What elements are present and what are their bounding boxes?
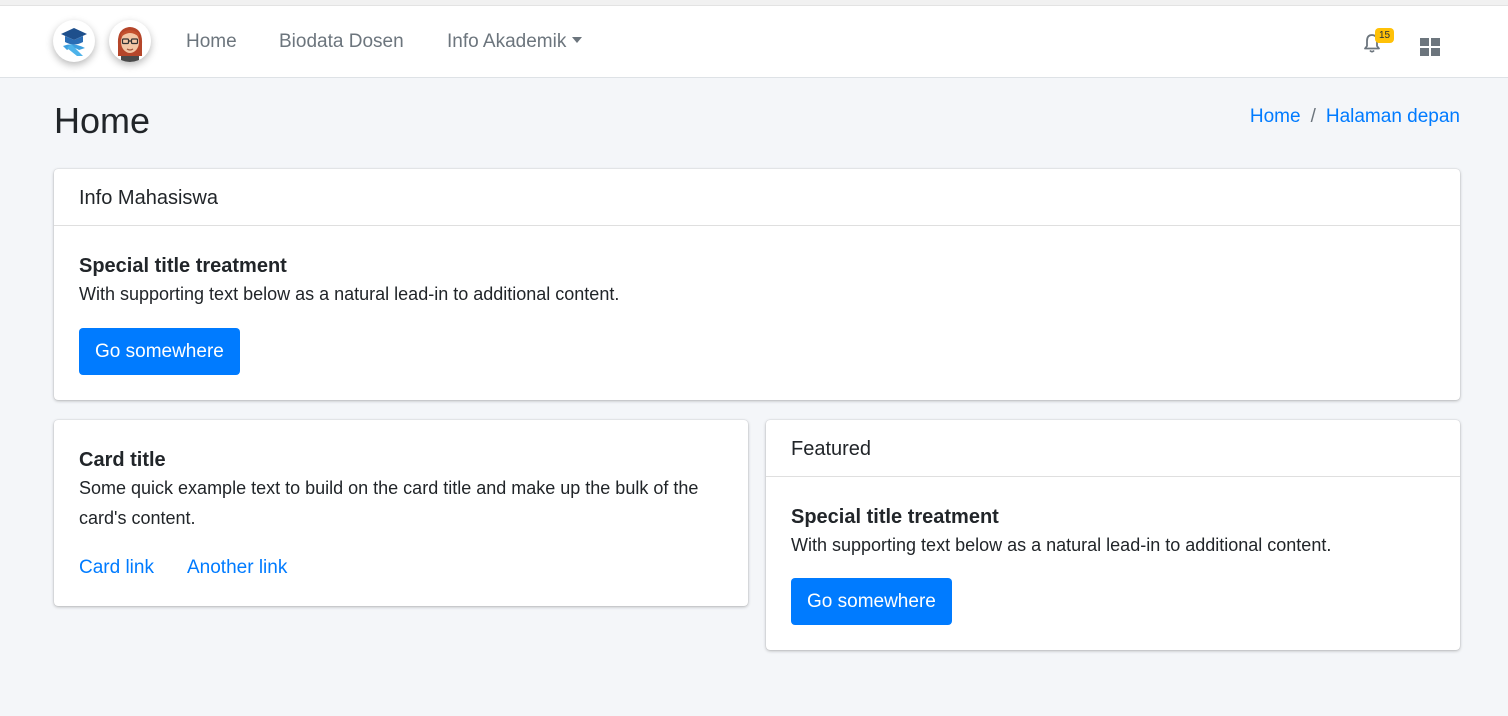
card-text: Some quick example text to build on the …: [79, 478, 699, 528]
graduation-cap-logo-icon[interactable]: [53, 20, 95, 62]
card-header: Featured: [766, 420, 1460, 477]
go-somewhere-button[interactable]: Go somewhere: [79, 328, 240, 375]
card-link[interactable]: Card link: [79, 556, 154, 580]
breadcrumb-separator: /: [1310, 106, 1316, 127]
breadcrumb-item-halaman-depan[interactable]: Halaman depan: [1326, 106, 1460, 127]
card-text: With supporting text below as a natural …: [791, 535, 1332, 555]
notification-count-badge: 15: [1375, 28, 1394, 43]
featured-card: Featured Special title treatment With su…: [766, 420, 1460, 650]
nav-dropdown-info-akademik[interactable]: Info Akademik: [447, 30, 583, 54]
card-title: Special title treatment: [79, 255, 287, 277]
user-avatar-icon[interactable]: [109, 20, 151, 62]
another-link[interactable]: Another link: [187, 556, 287, 580]
breadcrumb-item-home[interactable]: Home: [1250, 106, 1301, 127]
nav-link-home[interactable]: Home: [186, 30, 237, 54]
nav-link-biodata-dosen[interactable]: Biodata Dosen: [279, 30, 404, 54]
go-somewhere-button[interactable]: Go somewhere: [791, 578, 952, 625]
page-title: Home: [54, 100, 151, 141]
example-card: Card title Some quick example text to bu…: [54, 420, 748, 606]
info-mahasiswa-card: Info Mahasiswa Special title treatment W…: [54, 169, 1460, 400]
card-title: Card title: [79, 449, 166, 471]
caret-down-icon: [572, 37, 583, 43]
grid-icon[interactable]: [1420, 38, 1440, 56]
card-title: Special title treatment: [791, 506, 999, 528]
card-text: With supporting text below as a natural …: [79, 284, 620, 304]
card-header: Info Mahasiswa: [54, 169, 1460, 226]
breadcrumb: Home / Halaman depan: [1250, 105, 1460, 129]
top-navbar: Home Biodata Dosen Info Akademik 15: [0, 6, 1508, 78]
nav-dropdown-label: Info Akademik: [447, 31, 567, 52]
